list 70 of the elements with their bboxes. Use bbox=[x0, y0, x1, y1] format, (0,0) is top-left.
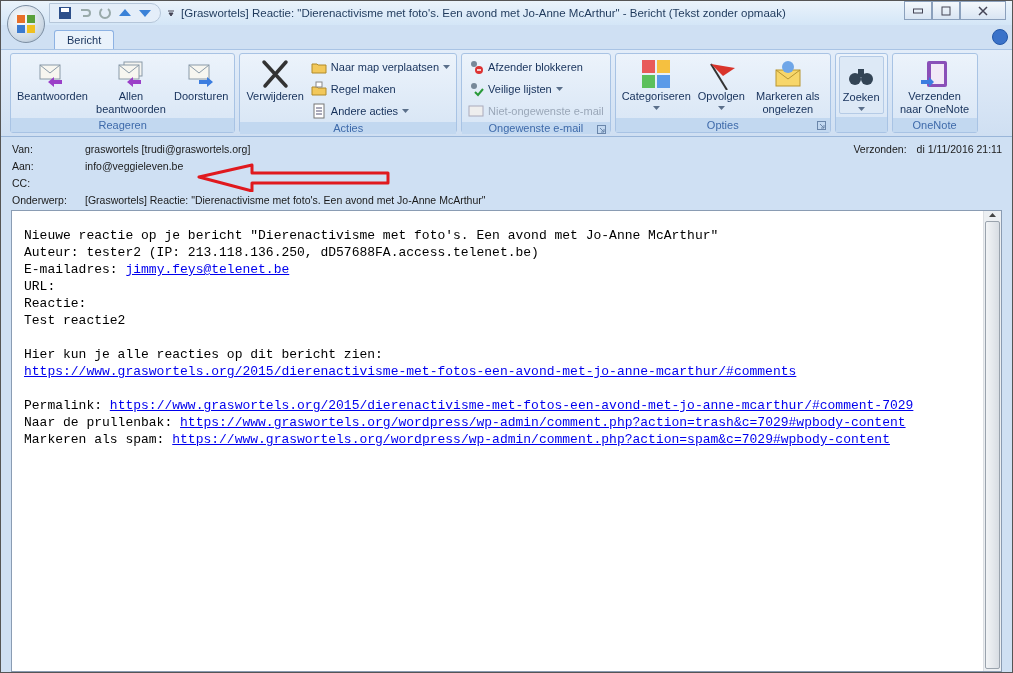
message-text: Hier kun je alle reacties op dit bericht zien: bbox=[24, 347, 383, 362]
group-label: Ongewenste e-mail bbox=[488, 122, 584, 134]
ribbon-button[interactable]: Verzenden naar OneNote bbox=[895, 56, 974, 118]
redo-icon[interactable] bbox=[98, 6, 112, 20]
message-text: Reactie: bbox=[24, 296, 87, 311]
help-icon[interactable] bbox=[992, 29, 1008, 45]
header-value: graswortels [trudi@graswortels.org] bbox=[85, 142, 252, 157]
color-grid-icon bbox=[640, 58, 673, 90]
maximize-icon bbox=[941, 5, 951, 16]
ribbon-button[interactable]: Zoeken bbox=[838, 56, 884, 114]
group-label: Acties bbox=[333, 122, 364, 134]
link[interactable]: https://www.graswortels.org/wordpress/wp-admin/comment.php?action=spam&c=7029#wpbody-content bbox=[172, 432, 890, 447]
customize-caret-icon[interactable] bbox=[167, 9, 175, 17]
message-text: Markeren als spam: bbox=[24, 432, 166, 447]
envelope-icon bbox=[468, 103, 485, 119]
scrollbar[interactable] bbox=[983, 211, 1001, 671]
group-label: OneNote bbox=[912, 119, 957, 131]
ribbon-button[interactable]: Veilige lijsten bbox=[465, 78, 607, 100]
group-label: Reageren bbox=[98, 119, 147, 131]
ribbon-button[interactable]: Categoriseren bbox=[618, 56, 694, 112]
ribbon-button[interactable]: Beantwoorden bbox=[14, 56, 91, 105]
ribbon-button[interactable]: Opvolgen bbox=[694, 56, 748, 112]
dialog-launcher-icon[interactable] bbox=[596, 125, 606, 134]
ribbon-button[interactable]: Afzender blokkeren bbox=[465, 56, 607, 78]
scrollbar-thumb[interactable] bbox=[985, 221, 1000, 669]
ribbon-button[interactable]: Doorsturen bbox=[170, 56, 232, 105]
message-text: E-mailadres: bbox=[24, 262, 119, 277]
message-text: Nieuwe reactie op je bericht "Dierenactivisme met foto's. Een avond met Jo-Anne McArthur" bbox=[24, 228, 719, 243]
person-check-icon bbox=[468, 81, 485, 97]
undo-icon[interactable] bbox=[78, 6, 92, 20]
person-block-icon bbox=[468, 59, 485, 75]
message-text: Permalink: bbox=[24, 398, 103, 413]
header-value: di 1/11/2016 21:11 bbox=[916, 142, 1002, 157]
close-icon bbox=[978, 5, 988, 16]
header-value: info@veggieleven.be bbox=[85, 159, 185, 174]
header-label: Aan: bbox=[12, 159, 35, 174]
ribbon-button[interactable]: Andere acties bbox=[307, 100, 454, 122]
link[interactable]: https://www.graswortels.org/2015/dierenactivisme-met-fotos-een-avond-met-jo-anne-mcarthur/#comment-7029 bbox=[109, 398, 914, 413]
window-title: [Graswortels] Reactie: "Dierenactivisme met foto's. Een avond met Jo-Anne McArthur" - Bericht (Tekst zonder opmaak) bbox=[180, 7, 787, 19]
message-text: Naar de prullenbak: bbox=[24, 415, 174, 430]
header-label: CC: bbox=[12, 176, 32, 191]
link[interactable]: https://www.graswortels.org/2015/dierenactivisme-met-fotos-een-avond-met-jo-anne-mcarthur/#comments bbox=[24, 364, 797, 379]
ribbon-button[interactable]: Regel maken bbox=[307, 78, 454, 100]
header-value: [Graswortels] Reactie: "Dierenactivisme met foto's. Een avond met Jo-Anne McArthur" bbox=[85, 193, 487, 208]
save-icon[interactable] bbox=[58, 6, 72, 20]
logo-icon bbox=[16, 14, 36, 34]
maximize-button[interactable] bbox=[932, 1, 960, 20]
close-button[interactable] bbox=[960, 1, 1006, 20]
link[interactable]: jimmy.feys@telenet.be bbox=[125, 262, 290, 277]
ribbon-button[interactable]: Allen beantwoorden bbox=[91, 56, 170, 118]
ribbon-button[interactable]: Naar map verplaatsen bbox=[307, 56, 454, 78]
minimize-icon bbox=[913, 7, 923, 14]
message-text: Test reactie2 bbox=[24, 313, 126, 328]
minimize-button[interactable] bbox=[904, 1, 932, 20]
group-footer bbox=[835, 117, 887, 132]
ribbon-tab[interactable]: Bericht bbox=[54, 30, 115, 49]
scroll-up-icon[interactable] bbox=[988, 211, 997, 219]
message-text: Auteur: tester2 (IP: 213.118.136.250, dD57688FA.access.telenet.be) bbox=[24, 245, 539, 260]
header-label: Onderwerp: bbox=[12, 193, 68, 208]
group-label: Opties bbox=[706, 119, 739, 131]
office-button[interactable] bbox=[7, 5, 45, 43]
header-label: Verzonden: bbox=[853, 142, 907, 157]
message-text: URL: bbox=[24, 279, 56, 294]
dialog-launcher-icon[interactable] bbox=[816, 121, 826, 130]
document-icon bbox=[310, 103, 327, 119]
link[interactable]: https://www.graswortels.org/wordpress/wp-admin/comment.php?action=trash&c=7029#wpbody-content bbox=[180, 415, 906, 430]
ribbon-button[interactable]: Markeren als ongelezen bbox=[748, 56, 827, 118]
header-label: Van: bbox=[12, 142, 34, 157]
ribbon-button[interactable]: Verwijderen bbox=[243, 56, 307, 105]
folder-icon bbox=[310, 81, 327, 97]
